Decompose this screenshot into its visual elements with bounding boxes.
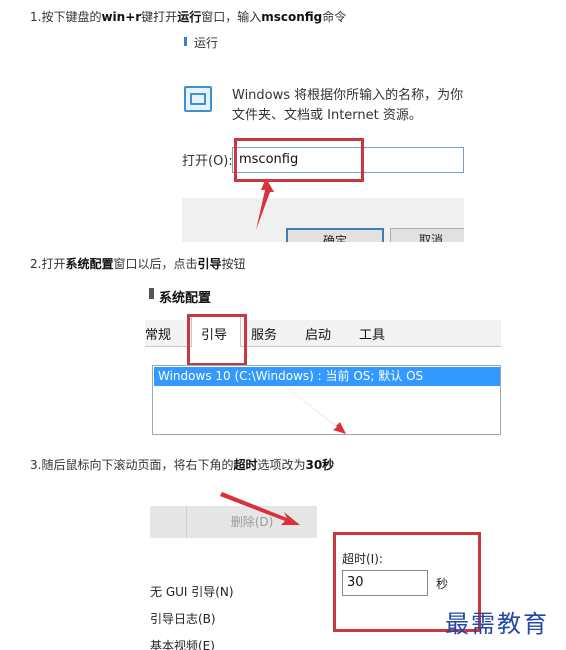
tab-services[interactable]: 服务 (251, 324, 277, 343)
run-title-icon (184, 37, 187, 46)
run-description: Windows 将根据你所输入的名称，为你 文件夹、文档或 Internet 资… (232, 88, 464, 123)
sysconfig-title: 系统配置 (159, 291, 212, 306)
cancel-button[interactable]: 取消 (390, 228, 464, 242)
sysconfig-screenshot: 系统配置 常规 引导 服务 启动 工具 Windows 10 (C:\Windo… (145, 280, 501, 435)
tab-startup[interactable]: 启动 (305, 324, 331, 343)
open-label: 打开(O): (182, 154, 233, 169)
option-boot-log[interactable]: 引导日志(B) (150, 610, 216, 627)
sysconfig-titlebar: 系统配置 (145, 280, 501, 308)
sysconfig-title-icon (149, 288, 154, 299)
highlight-box-boot-tab (187, 314, 247, 366)
run-app-icon (184, 86, 212, 112)
highlight-box-input (234, 138, 364, 182)
step-1-caption: 1.按下键盘的win+r键打开运行窗口，输入msconfig命令 (30, 10, 347, 24)
run-dialog-title: 运行 (194, 36, 219, 50)
ok-button[interactable]: 确定 (286, 228, 384, 242)
step-3-caption: 3.随后鼠标向下滚动页面，将右下角的超时选项改为30秒 (30, 458, 335, 472)
list-item[interactable]: Windows 10 (C:\Windows) : 当前 OS; 默认 OS (154, 367, 500, 386)
boot-os-list[interactable]: Windows 10 (C:\Windows) : 当前 OS; 默认 OS (152, 365, 501, 435)
step-2-caption: 2.打开系统配置窗口以后，点击引导按钮 (30, 257, 246, 271)
run-dialog-titlebar: 运行 (182, 30, 464, 54)
delete-button[interactable]: 删除(D) (186, 506, 317, 538)
tab-tools[interactable]: 工具 (359, 324, 385, 343)
watermark-logo: 最需教育 (445, 610, 549, 638)
option-no-gui-boot[interactable]: 无 GUI 引导(N) (150, 583, 234, 600)
tab-general[interactable]: 常规 (145, 324, 171, 343)
run-dialog-screenshot: 运行 Windows 将根据你所输入的名称，为你 文件夹、文档或 Interne… (182, 30, 464, 242)
option-base-video[interactable]: 基本视频(E) (150, 637, 215, 650)
